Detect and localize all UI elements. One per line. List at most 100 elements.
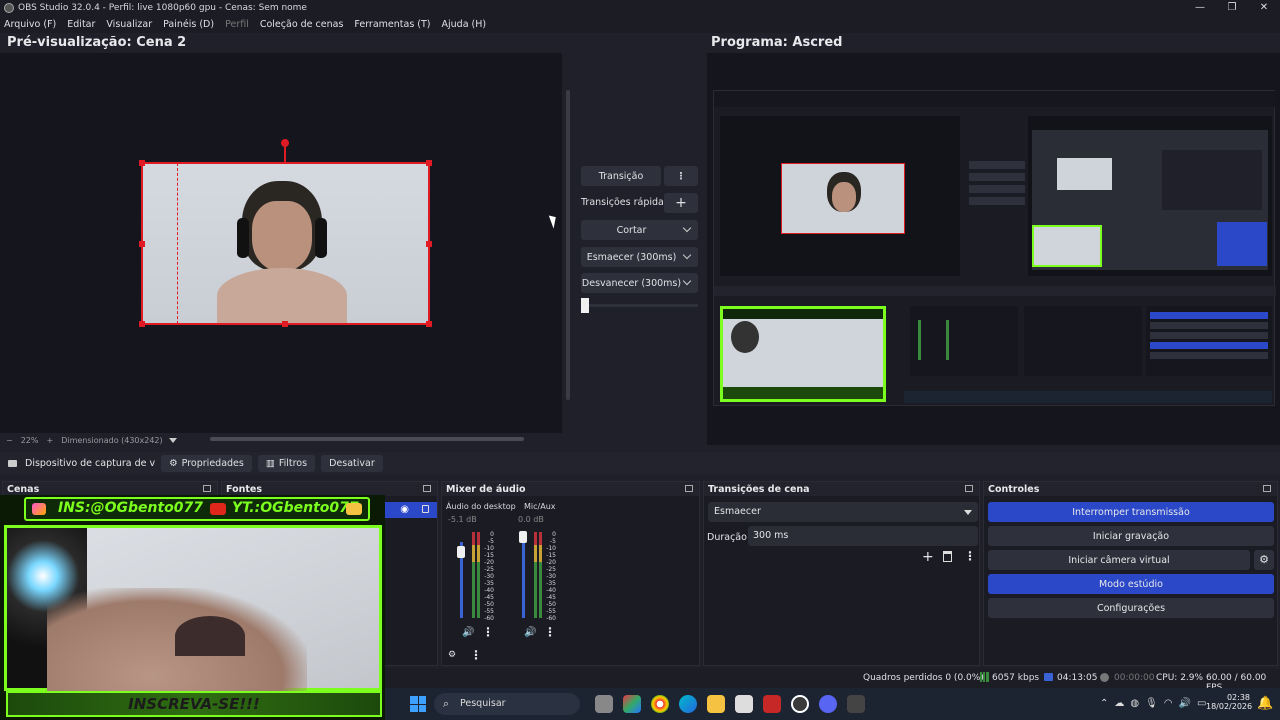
resize-handle[interactable] bbox=[139, 321, 145, 327]
stop-stream-button[interactable]: Interromper transmissão bbox=[988, 502, 1274, 522]
speaker-icon[interactable]: 🔊 bbox=[462, 627, 474, 638]
menu-edit[interactable]: Editar bbox=[67, 19, 95, 30]
preview-title: Pré-visualização: Cena 2 bbox=[7, 35, 187, 50]
more-vertical-icon[interactable]: ⋮ bbox=[482, 625, 494, 639]
menu-docks[interactable]: Painéis (D) bbox=[163, 19, 214, 30]
undock-icon[interactable] bbox=[685, 485, 693, 492]
mic-fader[interactable] bbox=[522, 532, 525, 618]
zoom-in-button[interactable]: + bbox=[46, 436, 53, 445]
file-explorer-icon[interactable] bbox=[707, 695, 725, 713]
virtual-camera-button[interactable]: Iniciar câmera virtual bbox=[988, 550, 1250, 570]
clock[interactable]: 02:38 18/02/2026 bbox=[1206, 693, 1252, 711]
plus-icon[interactable]: + bbox=[922, 549, 934, 565]
filters-label: Filtros bbox=[278, 457, 308, 469]
menu-view[interactable]: Visualizar bbox=[106, 19, 152, 30]
chevron-up-icon[interactable]: ⌃ bbox=[1100, 698, 1108, 709]
scaling-label: Dimensionado (430x242) bbox=[61, 435, 163, 445]
mic-icon[interactable]: 🎙 bbox=[1145, 698, 1158, 709]
resize-handle[interactable] bbox=[426, 321, 432, 327]
more-vertical-icon[interactable]: ⋮ bbox=[470, 648, 482, 662]
desktop-fader-knob[interactable] bbox=[457, 546, 465, 558]
overlay-cta-bar: INSCREVA-SE!!! bbox=[6, 691, 382, 717]
close-button[interactable]: ✕ bbox=[1248, 0, 1280, 15]
nested-webcam bbox=[781, 163, 905, 234]
lock-icon[interactable] bbox=[422, 505, 429, 513]
volume-icon[interactable]: 🔊 bbox=[1179, 698, 1191, 709]
preview-canvas[interactable] bbox=[0, 53, 562, 433]
trash-icon[interactable] bbox=[943, 551, 952, 562]
chrome-icon[interactable] bbox=[651, 695, 669, 713]
edge-icon[interactable] bbox=[679, 695, 697, 713]
resize-handle[interactable] bbox=[139, 241, 145, 247]
menu-scene-collection[interactable]: Coleção de cenas bbox=[260, 19, 344, 30]
nested-overlay-cta bbox=[723, 387, 883, 399]
network-icon[interactable]: ◍ bbox=[1130, 698, 1139, 709]
obs-icon[interactable] bbox=[791, 695, 809, 713]
store-icon[interactable] bbox=[735, 695, 753, 713]
cloud-icon[interactable]: ☁ bbox=[1114, 698, 1124, 709]
mixer-settings-icon[interactable]: ⚙ bbox=[448, 650, 456, 660]
fade-button[interactable]: Esmaecer (300ms) bbox=[581, 247, 698, 267]
search-icon: ⌕ bbox=[443, 697, 450, 710]
copilot-icon[interactable] bbox=[623, 695, 641, 713]
menu-tools[interactable]: Ferramentas (T) bbox=[354, 19, 430, 30]
chevron-down-icon[interactable] bbox=[682, 250, 692, 260]
cut-button[interactable]: Cortar bbox=[581, 220, 698, 240]
more-vertical-icon[interactable]: ⋮ bbox=[544, 625, 556, 639]
tbar-track[interactable] bbox=[581, 304, 698, 307]
virtual-camera-settings-button[interactable]: ⚙ bbox=[1254, 550, 1274, 570]
deactivate-button[interactable]: Desativar bbox=[321, 454, 383, 472]
app-icon[interactable] bbox=[847, 695, 865, 713]
resize-handle[interactable] bbox=[282, 321, 288, 327]
transition-button[interactable]: Transição bbox=[581, 166, 661, 186]
speaker-icon[interactable]: 🔊 bbox=[524, 627, 536, 638]
undock-icon[interactable] bbox=[203, 485, 211, 492]
fade-out-button[interactable]: Desvanecer (300ms) bbox=[581, 273, 698, 293]
transition-select[interactable]: Esmaecer bbox=[708, 502, 978, 522]
chevron-down-icon[interactable] bbox=[964, 510, 972, 515]
resize-handle[interactable] bbox=[426, 241, 432, 247]
duration-input[interactable]: 300 ms bbox=[748, 526, 978, 546]
task-view-icon[interactable] bbox=[595, 695, 613, 713]
tbar-handle[interactable] bbox=[581, 298, 589, 313]
taskbar-search[interactable]: ⌕ Pesquisar bbox=[434, 693, 580, 715]
add-quick-transition-button[interactable]: + bbox=[664, 193, 698, 213]
properties-button[interactable]: ⚙ Propriedades bbox=[161, 454, 252, 472]
overlay-camera-frame bbox=[4, 525, 382, 698]
undock-icon[interactable] bbox=[965, 485, 973, 492]
menu-profile[interactable]: Perfil bbox=[225, 19, 249, 30]
notification-icon[interactable]: 🔔 bbox=[1257, 696, 1273, 711]
preview-vscroll[interactable] bbox=[566, 90, 570, 400]
resize-handle[interactable] bbox=[139, 160, 145, 166]
mic-fader-knob[interactable] bbox=[519, 531, 527, 543]
menu-help[interactable]: Ajuda (H) bbox=[442, 19, 487, 30]
chevron-down-icon[interactable] bbox=[168, 437, 177, 443]
minimize-button[interactable]: — bbox=[1184, 0, 1216, 15]
maximize-button[interactable]: ❐ bbox=[1216, 0, 1248, 15]
more-vertical-icon[interactable]: ⋮ bbox=[964, 549, 976, 563]
mixer-dock-title: Mixer de áudio bbox=[442, 482, 699, 496]
preview-hscroll[interactable] bbox=[210, 437, 524, 441]
zoom-out-button[interactable]: − bbox=[6, 436, 13, 445]
windows-start-icon[interactable] bbox=[410, 696, 426, 712]
start-recording-button[interactable]: Iniciar gravação bbox=[988, 526, 1274, 546]
studio-mode-button[interactable]: Modo estúdio bbox=[988, 574, 1274, 594]
filters-button[interactable]: ▥ Filtros bbox=[257, 454, 316, 472]
nested-nested-program bbox=[1162, 150, 1262, 210]
menu-file[interactable]: Arquivo (F) bbox=[4, 19, 56, 30]
undock-icon[interactable] bbox=[423, 485, 431, 492]
wifi-icon[interactable]: ◠ bbox=[1164, 698, 1173, 709]
stream-time: 04:13:05 bbox=[1057, 673, 1098, 683]
discord-icon[interactable] bbox=[819, 695, 837, 713]
settings-button[interactable]: Configurações bbox=[988, 598, 1274, 618]
selection-box[interactable] bbox=[141, 162, 430, 325]
transition-menu-button[interactable]: ⋮ bbox=[664, 166, 698, 186]
chevron-down-icon[interactable] bbox=[682, 223, 692, 233]
rotation-handle[interactable] bbox=[281, 139, 289, 147]
undock-icon[interactable] bbox=[1263, 485, 1271, 492]
eye-icon[interactable]: ◉ bbox=[400, 504, 409, 515]
amd-icon[interactable] bbox=[763, 695, 781, 713]
chevron-down-icon[interactable] bbox=[682, 276, 692, 286]
resize-handle[interactable] bbox=[426, 160, 432, 166]
scene-transitions-title: Transições de cena bbox=[708, 483, 810, 495]
